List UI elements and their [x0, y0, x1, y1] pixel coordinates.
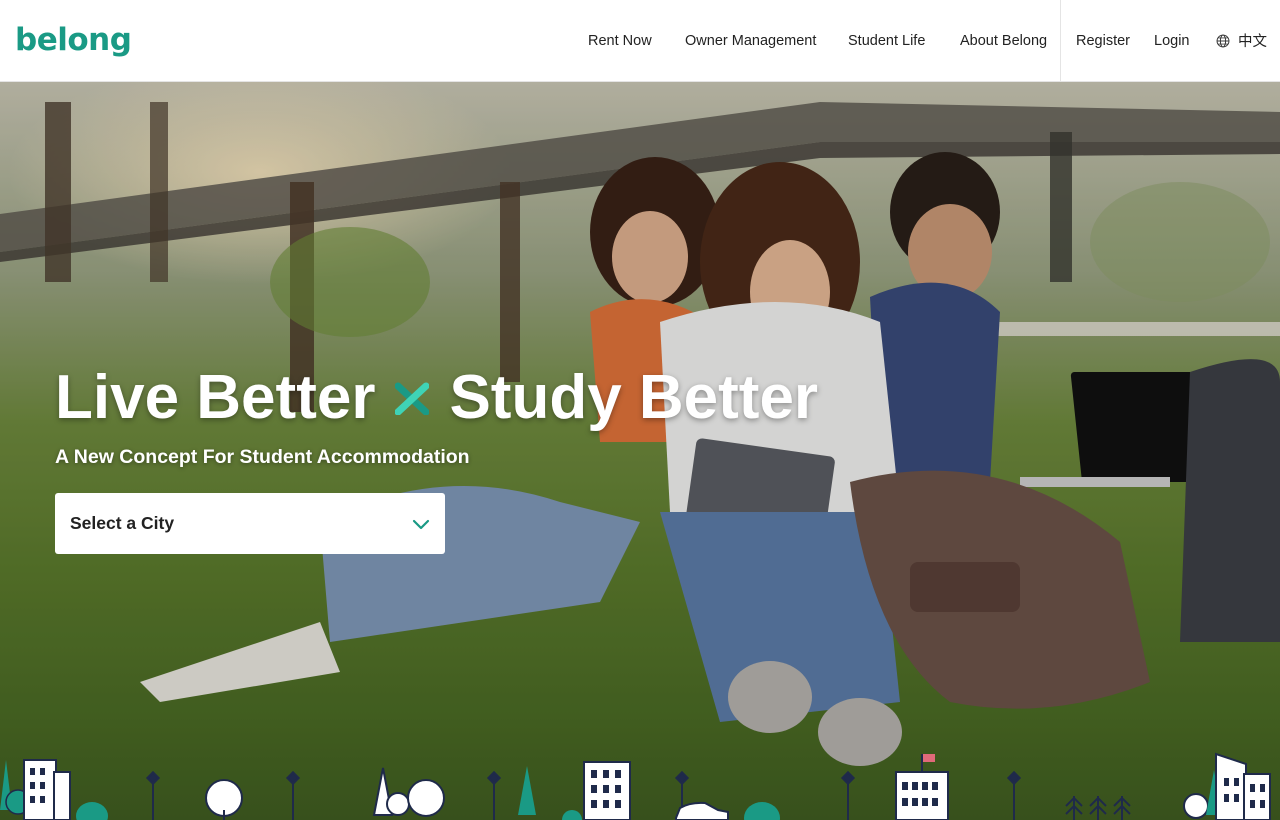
site-header: belong Rent Now Owner Management Student…	[0, 0, 1280, 82]
language-label[interactable]: 中文	[1238, 30, 1267, 51]
hero-title-right: Study Better	[449, 363, 819, 432]
nav-item-about-belong[interactable]: About Belong	[960, 0, 1047, 81]
city-select-dropdown[interactable]: Select a City	[55, 493, 445, 554]
nav-item-owner-management[interactable]: Owner Management	[685, 0, 816, 81]
register-label[interactable]: Register	[1076, 33, 1130, 49]
hero-title: Live Better Study Better	[55, 362, 818, 433]
city-select-value[interactable]: Select a City	[70, 513, 412, 534]
nav-label-student-life[interactable]: Student Life	[848, 33, 925, 49]
language-switch[interactable]: 中文	[1216, 0, 1267, 81]
hero-title-left: Live Better	[55, 363, 376, 432]
login-label[interactable]: Login	[1154, 33, 1189, 49]
login-link[interactable]: Login	[1154, 0, 1189, 81]
hero-section: Live Better Study Better A New Concept F…	[0, 82, 1280, 820]
nav-label-about-belong[interactable]: About Belong	[960, 33, 1047, 49]
globe-icon	[1216, 34, 1230, 47]
x-mark-icon	[395, 382, 430, 415]
nav-divider	[1060, 0, 1061, 81]
belong-logo[interactable]: belong	[15, 20, 132, 60]
chevron-down-icon[interactable]	[412, 518, 430, 530]
nav-item-rent-now[interactable]: Rent Now	[588, 0, 652, 81]
register-link[interactable]: Register	[1076, 0, 1130, 81]
nav-item-student-life[interactable]: Student Life	[848, 0, 925, 81]
hero-subtitle: A New Concept For Student Accommodation	[55, 446, 470, 468]
nav-label-owner-management[interactable]: Owner Management	[685, 33, 816, 49]
nav-label-rent-now[interactable]: Rent Now	[588, 33, 652, 49]
city-skyline-illustration	[0, 752, 1271, 820]
